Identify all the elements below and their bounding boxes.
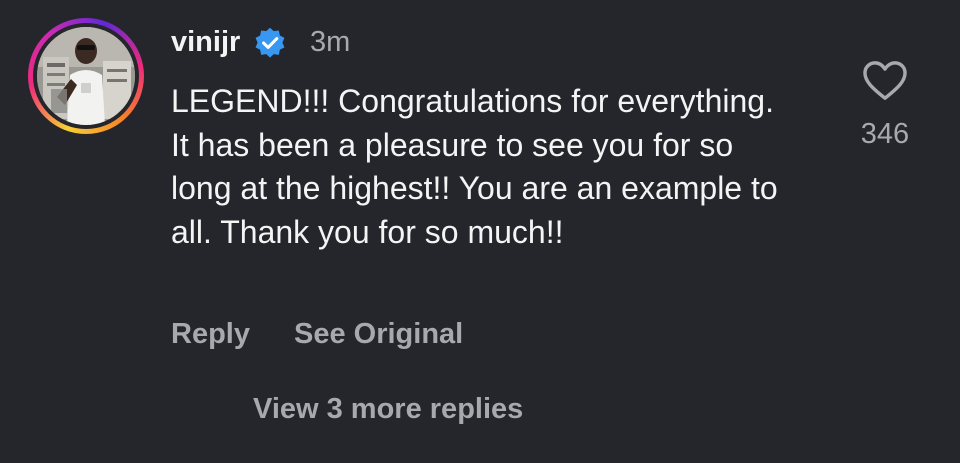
see-original-button[interactable]: See Original [294,318,463,351]
comment-username[interactable]: vinijr [171,22,240,62]
avatar-ring-gap [33,23,139,129]
like-block: 346 [850,60,920,152]
view-more-replies-button[interactable]: View 3 more replies [253,387,523,431]
like-count: 346 [860,118,910,150]
comment-item: vinijr 3m LEGEND!!! Congratulations for … [0,0,960,463]
reply-button[interactable]: Reply [171,318,250,351]
avatar-photo [37,27,135,125]
avatar[interactable] [37,27,135,125]
comment-timestamp: 3m [310,26,351,58]
comment-text: LEGEND!!! Congratulations for everything… [171,83,778,250]
comment-actions: Reply See Original [171,312,463,356]
heart-outline-icon[interactable] [862,60,908,102]
verified-badge-icon [255,27,285,58]
avatar-story-ring[interactable] [28,18,144,134]
